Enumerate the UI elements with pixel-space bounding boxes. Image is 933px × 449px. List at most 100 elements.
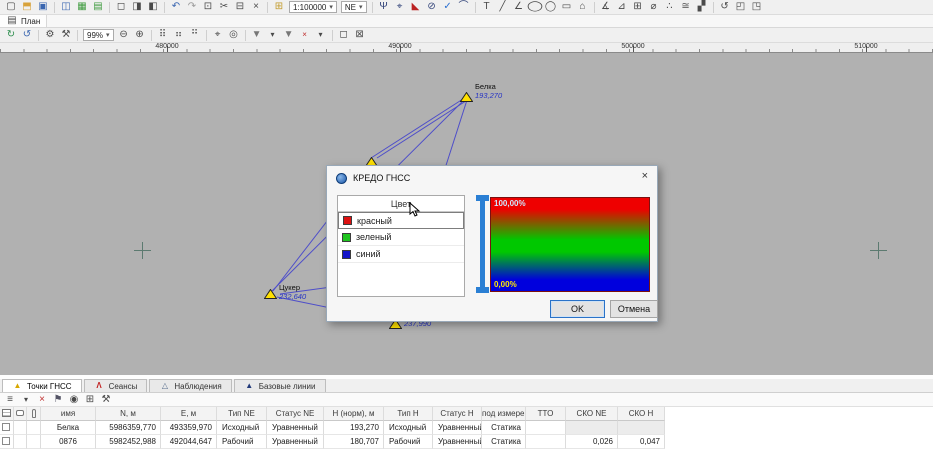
pan-button[interactable]: ⠿	[156, 29, 170, 42]
column-header[interactable]: Тип NE	[217, 407, 267, 421]
ellipse-tool-button[interactable]: ◯	[524, 1, 544, 14]
color-item-green[interactable]: зеленый	[338, 229, 464, 246]
save-button[interactable]: ▣	[36, 1, 50, 14]
slider-rail[interactable]	[480, 199, 485, 290]
tools-button[interactable]: ⚒	[99, 393, 113, 406]
cell-tto[interactable]	[526, 435, 566, 449]
undo-button[interactable]: ↶	[169, 1, 183, 14]
point-marker-hidden[interactable]	[365, 154, 378, 164]
column-header[interactable]: ТТО	[526, 407, 566, 421]
filter-button[interactable]: ▼	[250, 29, 264, 42]
cell-sko-ne[interactable]: 0,026	[566, 435, 618, 449]
row-comment-cell[interactable]	[14, 421, 27, 435]
cell-type-ne[interactable]: Рабочий	[217, 435, 267, 449]
zoom-in-button[interactable]: ⊕	[133, 29, 147, 42]
tab-observations[interactable]: △ Наблюдения	[149, 379, 231, 392]
coord-order-combo[interactable]: NE ▾	[341, 1, 367, 13]
rect-tool-button[interactable]: ▭	[560, 1, 574, 14]
export-table-button[interactable]: ▤	[91, 1, 105, 14]
zoom-out-button[interactable]: ⊖	[117, 29, 131, 42]
fit-button[interactable]: ⊠	[353, 29, 367, 42]
filter-dropdown-icon[interactable]: ▾	[266, 29, 280, 42]
point-marker-zuker[interactable]	[264, 286, 277, 296]
measure-diameter-button[interactable]: ⌀	[647, 1, 661, 14]
paste-button[interactable]: ⊟	[233, 1, 247, 14]
column-header[interactable]: Статус NE	[267, 407, 324, 421]
column-header[interactable]: N, м	[96, 407, 161, 421]
cell-h[interactable]: 180,707	[324, 435, 384, 449]
copy-button[interactable]: ⊡	[201, 1, 215, 14]
attachment-column-header[interactable]	[27, 407, 41, 421]
column-header[interactable]: E, м	[161, 407, 217, 421]
redo-button[interactable]: ↷	[185, 1, 199, 14]
cut-button[interactable]: ✂	[217, 1, 231, 14]
workspace-tools-button[interactable]: ⚒	[59, 29, 73, 42]
cell-e[interactable]: 493359,970	[161, 421, 217, 435]
rebuild-button[interactable]: ↺	[20, 29, 34, 42]
tab-baselines[interactable]: ▲ Базовые линии	[234, 379, 326, 392]
row-attachment-cell[interactable]	[27, 435, 41, 449]
cell-type-ne[interactable]: Исходный	[217, 421, 267, 435]
column-header[interactable]: Статус H	[433, 407, 482, 421]
no-projection-button[interactable]: ⊘	[425, 1, 439, 14]
cell-status-ne[interactable]: Уравненный	[267, 421, 324, 435]
column-header[interactable]: имя	[41, 407, 96, 421]
measure-congruent-button[interactable]: ≅	[679, 1, 693, 14]
gnss-target-button[interactable]: ⌖	[393, 1, 407, 14]
column-header[interactable]: Тип H	[384, 407, 433, 421]
new-document-button[interactable]: ▢	[4, 1, 18, 14]
refresh-button[interactable]: ↻	[4, 29, 18, 42]
grid-button[interactable]: ⊞	[272, 1, 286, 14]
table-row[interactable]: Белка 5986359,770 493359,970 Исходный Ур…	[0, 421, 933, 435]
pin-button[interactable]: ⚑	[51, 393, 65, 406]
filter-clear-button[interactable]: ▼	[282, 29, 296, 42]
arc-measure-button[interactable]: ⌒	[457, 1, 471, 14]
ok-button[interactable]: OK	[550, 300, 605, 318]
row-attachment-cell[interactable]	[27, 421, 41, 435]
panel-right-button[interactable]: ◳	[750, 1, 764, 14]
doc-settings-button[interactable]: ◨	[130, 1, 144, 14]
measure-angle-button[interactable]: ∡	[599, 1, 613, 14]
line-tool-button[interactable]: ╱	[496, 1, 510, 14]
filter-clear-x-icon[interactable]: ×	[298, 29, 312, 42]
delete-button[interactable]: ×	[249, 1, 263, 14]
row-comment-cell[interactable]	[14, 435, 27, 449]
cell-n[interactable]: 5982452,988	[96, 435, 161, 449]
cell-method[interactable]: Статика	[482, 421, 526, 435]
select-column-header[interactable]	[0, 407, 14, 421]
cell-n[interactable]: 5986359,770	[96, 421, 161, 435]
open-button[interactable]: ⬒	[20, 1, 34, 14]
zoom-combo[interactable]: 99% ▾	[83, 29, 114, 41]
doc-convert-button[interactable]: ◻	[114, 1, 128, 14]
cell-type-h[interactable]: Рабочий	[384, 435, 433, 449]
close-icon[interactable]: ×	[642, 170, 648, 182]
row-select-cell[interactable]	[0, 421, 14, 435]
cell-status-h[interactable]: Уравненный	[433, 421, 482, 435]
pan-vertical-button[interactable]: ⠛	[188, 29, 202, 42]
tab-plan[interactable]: ▤ План	[0, 15, 47, 27]
cell-name[interactable]: 0876	[41, 435, 96, 449]
user-settings-button[interactable]: ⚙	[43, 29, 57, 42]
doc-export-button[interactable]: ◧	[146, 1, 160, 14]
dialog-titlebar[interactable]: КРЕДО ГНСС	[327, 166, 657, 190]
find-button[interactable]: ◉	[67, 393, 81, 406]
tab-sessions[interactable]: Λ Сеансы	[84, 379, 148, 392]
column-header[interactable]: СКО NE	[566, 407, 618, 421]
measure-area-button[interactable]: ▞	[695, 1, 709, 14]
tab-points-gnss[interactable]: ▲ Точки ГНСС	[2, 379, 82, 392]
frame-button[interactable]: ◻	[337, 29, 351, 42]
cell-name[interactable]: Белка	[41, 421, 96, 435]
cell-method[interactable]: Статика	[482, 435, 526, 449]
cell-sko-ne[interactable]	[566, 421, 618, 435]
cell-status-ne[interactable]: Уравненный	[267, 435, 324, 449]
view-menu-button[interactable]: ≡	[3, 393, 17, 406]
measure-grid-button[interactable]: ⊞	[631, 1, 645, 14]
slider-bottom-cap[interactable]	[476, 287, 489, 293]
point-marker-belka[interactable]	[460, 89, 473, 99]
select-ring-button[interactable]: ◎	[227, 29, 241, 42]
cell-status-h[interactable]: Уравненный	[433, 435, 482, 449]
angle-tool-button[interactable]: ∠	[512, 1, 526, 14]
circle-tool-button[interactable]: ◯	[544, 1, 558, 14]
import-table-button[interactable]: ▦	[75, 1, 89, 14]
color-item-red[interactable]: красный	[338, 212, 464, 229]
